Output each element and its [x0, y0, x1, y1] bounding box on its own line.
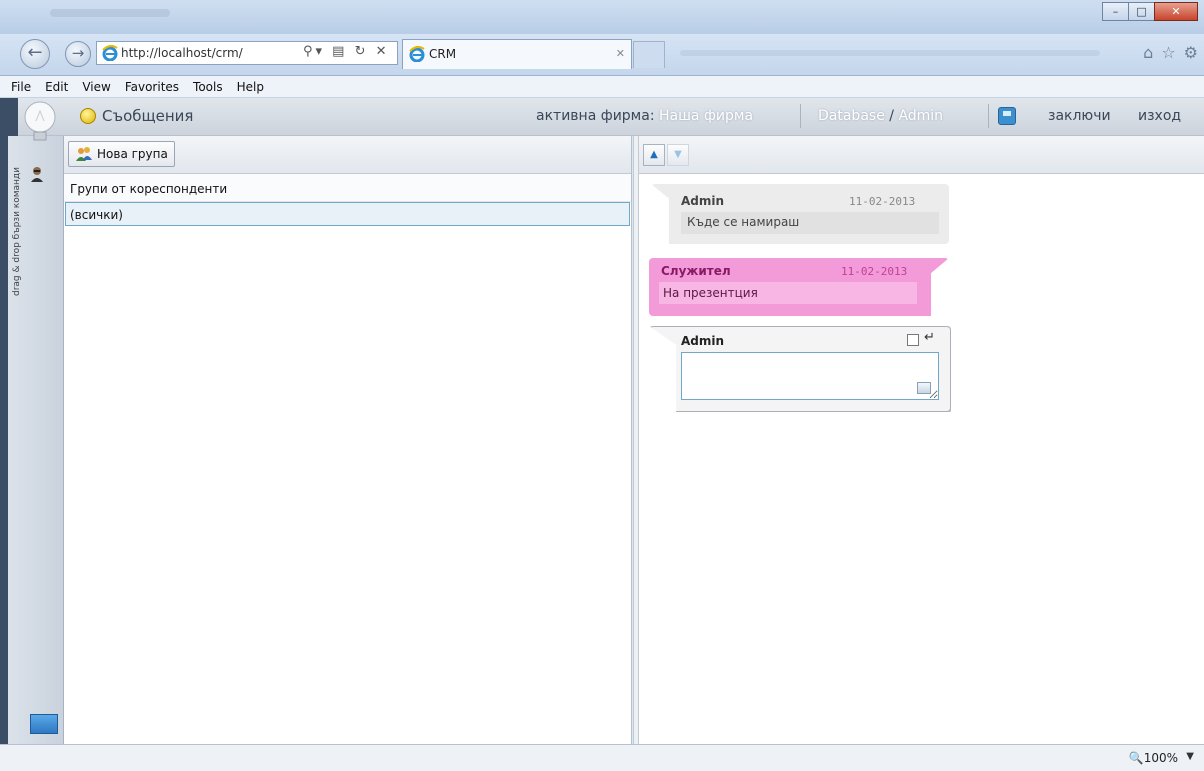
active-company: активна фирма: Наша фирма — [536, 108, 753, 124]
message-bubble: Служител 11-02-2013 На презентция — [649, 258, 949, 316]
menu-favorites[interactable]: Favorites — [118, 80, 186, 94]
message-author: Admin — [681, 194, 725, 208]
window-titlebar: – □ ✕ — [0, 0, 1204, 34]
section-title[interactable]: Съобщения — [80, 107, 193, 125]
window-title-blur — [50, 9, 170, 17]
address-tools-icons[interactable]: ⚲▾ ▤ ↻ ✕ — [303, 44, 390, 59]
home-icon[interactable]: ⌂ — [1143, 43, 1153, 62]
browser-navbar: ← → http://localhost/crm/ ⚲▾ ▤ ↻ ✕ CRM ✕… — [0, 34, 1204, 76]
new-tab-button[interactable] — [633, 41, 665, 68]
gear-icon[interactable]: ⚙ — [1184, 43, 1198, 62]
scroll-down-button[interactable]: ▼ — [667, 144, 689, 166]
tab-close-icon[interactable]: ✕ — [616, 47, 625, 60]
background-blur — [680, 50, 1100, 56]
compose-author: Admin — [681, 334, 725, 348]
user-avatar-icon[interactable] — [30, 166, 44, 182]
menu-edit[interactable]: Edit — [38, 80, 75, 94]
menu-view[interactable]: View — [75, 80, 117, 94]
groups-header: Групи от кореспонденти — [64, 174, 631, 202]
message-date: 11-02-2013 — [841, 265, 908, 278]
exit-link[interactable]: изход — [1138, 108, 1181, 124]
menu-tools[interactable]: Tools — [186, 80, 230, 94]
address-bar[interactable]: http://localhost/crm/ ⚲▾ ▤ ↻ ✕ — [96, 41, 398, 65]
lock-link[interactable]: заключи — [1048, 108, 1111, 124]
message-date: 11-02-2013 — [849, 195, 916, 208]
minimize-button[interactable]: – — [1102, 2, 1129, 21]
ie-icon — [102, 45, 118, 61]
maximize-button[interactable]: □ — [1128, 2, 1155, 21]
compose-bubble: Admin ↵ — [649, 326, 951, 412]
scroll-up-button[interactable]: ▲ — [643, 144, 665, 166]
attach-icon[interactable] — [917, 382, 931, 394]
browser-right-icons: ⌂ ☆ ⚙ — [1143, 43, 1198, 62]
header-divider — [800, 104, 801, 128]
tab-title: CRM — [429, 47, 457, 61]
save-icon[interactable] — [998, 107, 1016, 125]
back-button[interactable]: ← — [20, 39, 50, 69]
zoom-value: 100% — [1143, 751, 1178, 765]
close-button[interactable]: ✕ — [1154, 2, 1198, 21]
conversation-panel: ▲ ▼ Admin 11-02-2013 Къде се намираш Слу… — [639, 136, 1204, 744]
message-bubble: Admin 11-02-2013 Къде се намираш — [651, 184, 949, 244]
db-user-indicator: Database / Admin — [818, 108, 944, 124]
groups-toolbar: Нова група — [64, 136, 631, 174]
message-text: На презентция — [663, 286, 758, 300]
section-title-label: Съобщения — [102, 107, 194, 125]
favorites-star-icon[interactable]: ☆ — [1161, 43, 1175, 62]
messages-smiley-icon — [80, 108, 96, 124]
enter-key-icon: ↵ — [924, 330, 935, 345]
menu-help[interactable]: Help — [230, 80, 271, 94]
compose-input[interactable] — [681, 352, 939, 400]
menu-bar: File Edit View Favorites Tools Help — [0, 76, 1204, 98]
quick-commands-label: drag & drop бързи команди — [12, 167, 22, 296]
address-url: http://localhost/crm/ — [121, 46, 243, 60]
active-company-name[interactable]: Наша фирма — [659, 108, 753, 124]
menu-file[interactable]: File — [4, 80, 38, 94]
conversation-toolbar: ▲ ▼ — [639, 136, 1204, 174]
status-bar: 🔍100% ▼ — [0, 744, 1204, 771]
browser-tab[interactable]: CRM ✕ — [402, 39, 632, 69]
zoom-dropdown-icon[interactable]: ▼ — [1186, 751, 1194, 762]
app-header: Съобщения активна фирма: Наша фирма Data… — [18, 98, 1204, 141]
message-text: Къде се намираш — [687, 215, 800, 229]
database-label: Database — [818, 108, 885, 124]
people-icon — [76, 147, 92, 161]
new-group-button[interactable]: Нова група — [68, 141, 175, 167]
message-author: Служител — [661, 264, 731, 278]
ie-icon — [409, 46, 425, 62]
admin-label: Admin — [898, 108, 944, 124]
window-controls: – □ ✕ — [1102, 2, 1198, 21]
lightbulb-icon[interactable] — [20, 99, 60, 149]
forward-button[interactable]: → — [65, 41, 91, 67]
screen-icon[interactable] — [30, 714, 58, 734]
group-list-item[interactable]: (всички) — [65, 202, 630, 226]
header-divider — [988, 104, 989, 128]
new-group-label: Нова група — [97, 147, 168, 161]
quick-commands-strip: drag & drop бързи команди — [8, 136, 64, 744]
groups-panel: Нова група Групи от кореспонденти (всичк… — [64, 136, 632, 744]
active-company-label: активна фирма: — [536, 108, 655, 124]
send-on-enter-checkbox[interactable] — [907, 334, 919, 346]
zoom-level[interactable]: 🔍100% — [1129, 751, 1178, 765]
